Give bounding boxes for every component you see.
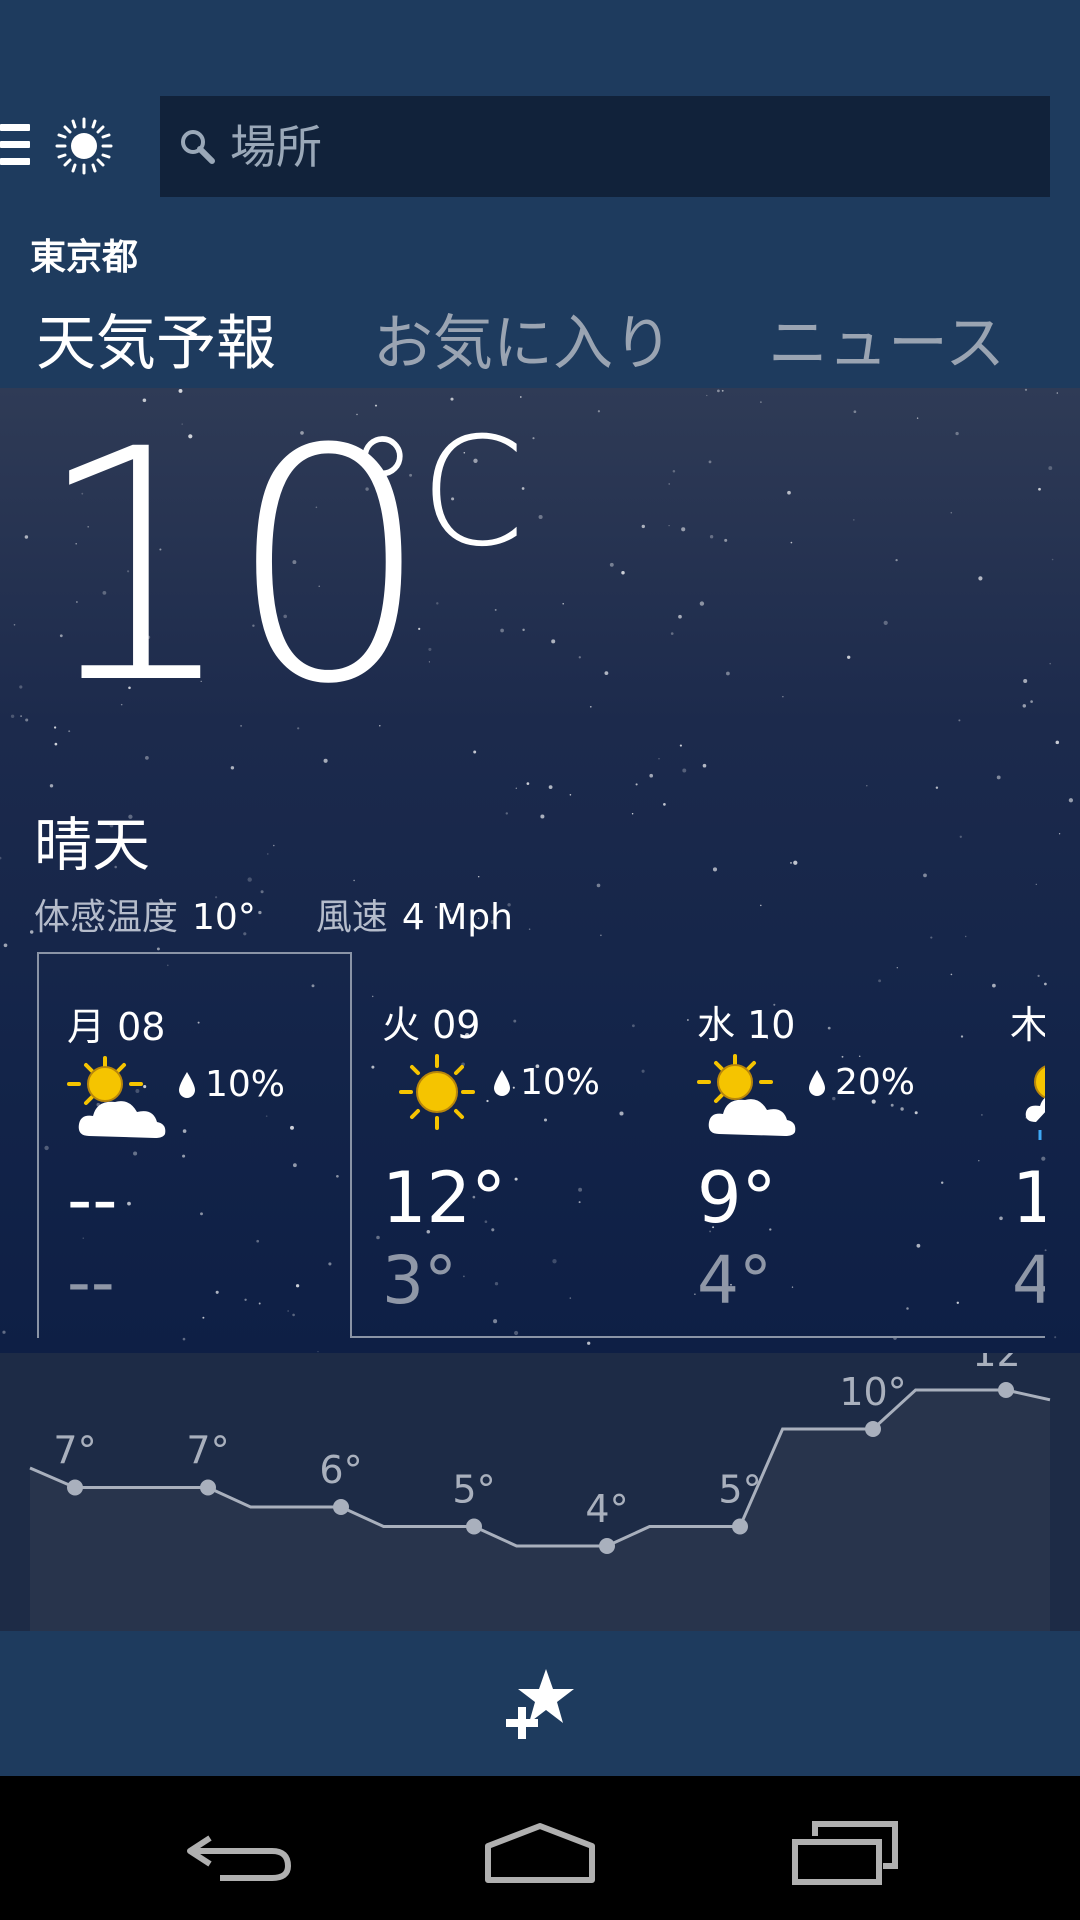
home-icon[interactable] (480, 1818, 600, 1888)
precipitation-chance: 10% (177, 1064, 285, 1105)
hourly-area-fill (30, 1390, 1050, 1631)
forecast-high: 1 (1012, 1157, 1045, 1239)
hourly-label: 7° (53, 1429, 96, 1473)
hourly-point (333, 1499, 349, 1515)
raindrop-icon (494, 1069, 510, 1096)
hourly-point (599, 1538, 615, 1554)
feels-like-value: 10° (192, 897, 256, 938)
hourly-temperature-graph[interactable]: 7° 7° 6° 5° 4° 5° 10° 12° (0, 1353, 1080, 1631)
hourly-label: 10° (839, 1370, 906, 1414)
forecast-day-label: 月 08 (67, 1005, 166, 1049)
hourly-point (67, 1479, 83, 1496)
precipitation-value: 10% (520, 1062, 601, 1103)
forecast-day-card[interactable]: 月 08 10% -- -- (37, 952, 352, 1338)
hourly-label: 7° (186, 1429, 229, 1473)
hourly-point (732, 1518, 748, 1535)
hourly-label: 4° (585, 1487, 628, 1531)
sun-icon (399, 1054, 475, 1130)
forecast-low: 3° (382, 1242, 457, 1319)
feels-like-label: 体感温度 (34, 897, 179, 938)
search-box[interactable] (160, 96, 1050, 197)
forecast-high: 9° (697, 1157, 777, 1239)
forecast-day-card[interactable]: 木 1 4 (982, 952, 1045, 1338)
precipitation-value: 20% (835, 1062, 916, 1103)
hourly-label: 6° (319, 1448, 362, 1492)
wind-label: 風速 (315, 897, 388, 938)
hourly-label: 5° (718, 1468, 761, 1512)
sun-logo-icon[interactable] (55, 117, 113, 175)
sun-cloud-icon (67, 1056, 166, 1138)
system-nav-bar (0, 1776, 1080, 1920)
hourly-point (200, 1479, 216, 1496)
bottom-action-bar (0, 1631, 1080, 1776)
tab-news[interactable]: ニュース (768, 295, 1005, 382)
back-icon[interactable] (180, 1818, 300, 1888)
menu-icon[interactable] (0, 122, 32, 168)
forecast-day-card[interactable]: 火 09 10% 12° 3° (352, 952, 667, 1338)
hourly-graph-svg: 7° 7° 6° 5° 4° 5° 10° 12° (29, 1353, 1051, 1631)
hourly-label: 5° (452, 1468, 495, 1512)
tab-forecast[interactable]: 天気予報 (36, 295, 276, 382)
forecast-day-label: 木 (1010, 1003, 1045, 1047)
daily-forecast-row[interactable]: 月 08 10% -- -- 火 09 10% 12° 3° 水 10 20% … (0, 952, 1080, 1338)
forecast-low: 4° (697, 1242, 772, 1319)
search-icon (181, 129, 215, 164)
forecast-day-label: 水 10 (697, 1003, 796, 1047)
sun-rain-icon (1025, 1065, 1045, 1140)
forecast-underline (350, 1336, 1045, 1338)
precipitation-chance: 20% (807, 1062, 915, 1103)
hourly-point (865, 1421, 881, 1437)
precipitation-chance: 10% (492, 1062, 600, 1103)
raindrop-icon (179, 1071, 195, 1098)
forecast-low: 4 (1012, 1242, 1045, 1319)
forecast-high: 12° (382, 1157, 507, 1239)
precipitation-value: 10% (205, 1064, 286, 1105)
forecast-day-card[interactable]: 水 10 20% 9° 4° (667, 952, 982, 1338)
raindrop-icon (809, 1069, 825, 1096)
current-weather-panel: 10 °C 晴天 体感温度 10° 風速 4 Mph 月 08 10% -- -- (0, 388, 1080, 1353)
add-favorite-icon[interactable] (502, 1667, 578, 1743)
current-condition: 晴天 (34, 811, 151, 879)
tab-favorites[interactable]: お気に入り (373, 295, 673, 382)
forecast-low: -- (67, 1244, 115, 1321)
search-input[interactable] (228, 118, 1012, 175)
wind-value: 4 Mph (401, 897, 513, 938)
hourly-point (466, 1518, 482, 1535)
sun-cloud-icon (697, 1054, 796, 1136)
hourly-label: 12° (972, 1353, 1039, 1375)
forecast-high: -- (67, 1159, 118, 1241)
recent-apps-icon[interactable] (785, 1818, 905, 1888)
hourly-point (998, 1382, 1014, 1398)
temperature-unit: °C (345, 406, 525, 580)
status-bar (0, 0, 1080, 75)
forecast-day-label: 火 09 (382, 1003, 481, 1047)
weather-details: 体感温度 10° 風速 4 Mph (34, 888, 513, 940)
location-label: 東京都 (30, 237, 139, 278)
